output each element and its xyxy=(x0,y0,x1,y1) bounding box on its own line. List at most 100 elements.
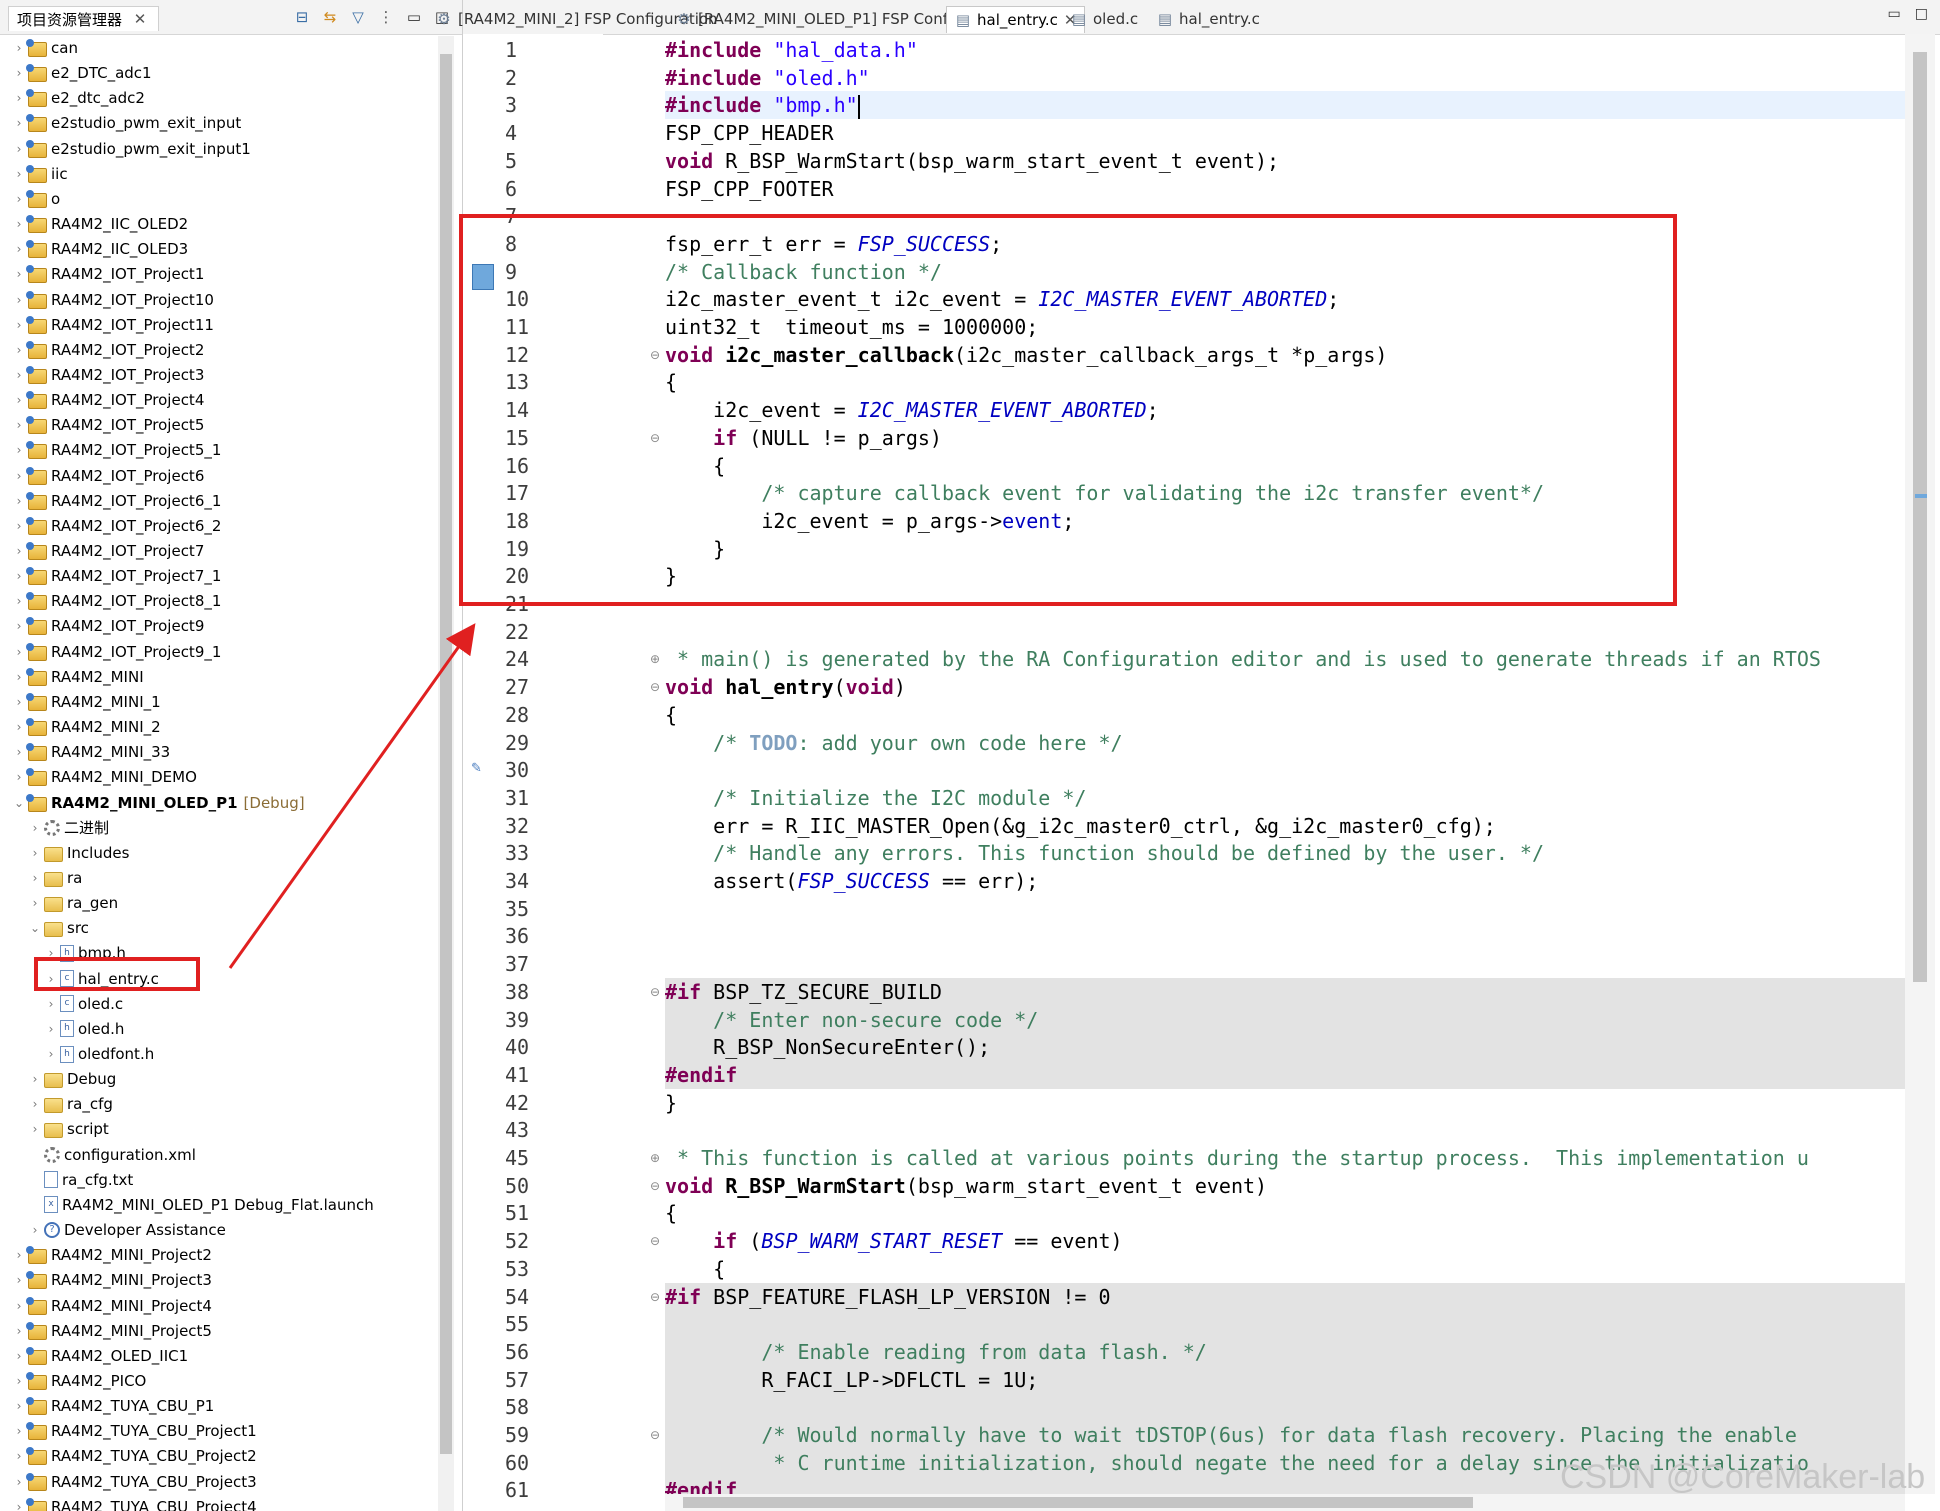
code-line[interactable]: { xyxy=(665,1255,1905,1283)
chevron-icon[interactable]: › xyxy=(12,61,26,85)
code-line[interactable]: #endif xyxy=(665,1060,1905,1089)
editor-tab[interactable]: ▤ oled.c xyxy=(1063,6,1146,32)
code-line[interactable]: /* Handle any errors. This function shou… xyxy=(665,839,1905,867)
chevron-icon[interactable]: › xyxy=(12,489,26,513)
code-line[interactable]: /* Enter non-secure code */ xyxy=(665,1005,1905,1034)
tree-item[interactable]: › RA4M2_IIC_OLED3 xyxy=(12,237,188,261)
chevron-icon[interactable]: › xyxy=(44,1017,58,1041)
chevron-icon[interactable]: › xyxy=(12,86,26,110)
chevron-icon[interactable]: › xyxy=(12,1268,26,1292)
tree-item[interactable]: › RA4M2_TUYA_CBU_P1 xyxy=(12,1394,214,1418)
editor-vertical-scrollbar-thumb[interactable] xyxy=(1913,52,1927,982)
code-line[interactable]: err = R_IIC_MASTER_Open(&g_i2c_master0_c… xyxy=(665,812,1905,840)
tree-item[interactable]: › RA4M2_MINI_Project4 xyxy=(12,1294,212,1318)
collapse-all-icon[interactable]: ⊟ xyxy=(292,7,312,27)
tree-item[interactable]: › RA4M2_IOT_Project4 xyxy=(12,388,204,412)
chevron-icon[interactable]: › xyxy=(12,614,26,638)
tree-item[interactable]: › RA4M2_IOT_Project5 xyxy=(12,413,204,437)
tree-item[interactable]: › h oledfont.h xyxy=(44,1042,155,1066)
tree-item[interactable]: ›? Developer Assistance xyxy=(28,1218,226,1242)
explorer-tab[interactable]: 项目资源管理器 ✕ xyxy=(8,6,160,31)
tree-item[interactable]: › e2_dtc_adc2 xyxy=(12,86,145,110)
chevron-icon[interactable]: › xyxy=(12,564,26,588)
tree-item[interactable]: ra_cfg.txt xyxy=(28,1168,133,1192)
tree-item[interactable]: › RA4M2_OLED_IIC1 xyxy=(12,1344,188,1368)
chevron-icon[interactable]: › xyxy=(12,111,26,135)
chevron-icon[interactable]: › xyxy=(12,237,26,261)
tree-item[interactable]: › RA4M2_MINI_2 xyxy=(12,715,161,739)
chevron-icon[interactable]: › xyxy=(12,464,26,488)
editor-vertical-scrollbar[interactable] xyxy=(1905,34,1935,1494)
chevron-icon[interactable]: › xyxy=(44,992,58,1016)
tree-scrollbar[interactable] xyxy=(438,36,454,1511)
chevron-icon[interactable]: › xyxy=(12,137,26,161)
chevron-icon[interactable]: › xyxy=(12,413,26,437)
maximize-icon[interactable]: □ xyxy=(1915,6,1928,22)
editor-horizontal-scrollbar-thumb[interactable] xyxy=(683,1497,1473,1508)
chevron-icon[interactable]: › xyxy=(12,36,26,60)
tree-item[interactable]: › RA4M2_IIC_OLED2 xyxy=(12,212,188,236)
tree-item[interactable]: › RA4M2_IOT_Project1 xyxy=(12,262,204,286)
chevron-icon[interactable]: › xyxy=(12,665,26,689)
code-line[interactable] xyxy=(665,895,1905,923)
chevron-icon[interactable]: › xyxy=(12,1344,26,1368)
collapse-fold-icon[interactable]: ⊖ xyxy=(648,985,662,999)
chevron-icon[interactable]: ⌄ xyxy=(12,791,26,815)
tree-item[interactable]: › RA4M2_IOT_Project6 xyxy=(12,464,204,488)
tree-item[interactable]: › RA4M2_IOT_Project3 xyxy=(12,363,204,387)
filter-icon[interactable]: ▽ xyxy=(348,7,368,27)
chevron-icon[interactable]: › xyxy=(12,740,26,764)
code-line[interactable]: { xyxy=(665,701,1905,729)
tree-item[interactable]: › RA4M2_MINI_Project2 xyxy=(12,1243,212,1267)
collapse-fold-icon[interactable]: ⊖ xyxy=(648,1234,662,1248)
tree-item[interactable]: › e2studio_pwm_exit_input1 xyxy=(12,137,251,161)
tree-item[interactable]: ⌄ RA4M2_MINI_OLED_P1 [Debug] xyxy=(12,791,305,815)
tree-item[interactable]: › 二进制 xyxy=(28,816,109,840)
chevron-icon[interactable]: › xyxy=(12,288,26,312)
chevron-icon[interactable]: › xyxy=(12,1369,26,1393)
chevron-icon[interactable]: › xyxy=(12,1243,26,1267)
tree-item[interactable]: › RA4M2_IOT_Project10 xyxy=(12,288,214,312)
chevron-icon[interactable]: › xyxy=(12,1294,26,1318)
code-line[interactable] xyxy=(665,1310,1905,1339)
tree-item[interactable]: › e2studio_pwm_exit_input xyxy=(12,111,241,135)
tree-item[interactable]: › ra xyxy=(28,866,82,890)
collapse-fold-icon[interactable]: ⊖ xyxy=(648,1290,662,1304)
chevron-icon[interactable]: › xyxy=(28,1117,42,1141)
minimize-icon[interactable]: ▭ xyxy=(1888,6,1901,22)
code-line[interactable] xyxy=(665,618,1905,646)
chevron-icon[interactable]: › xyxy=(12,313,26,337)
tree-item[interactable]: › RA4M2_TUYA_CBU_Project4 xyxy=(12,1495,257,1511)
chevron-icon[interactable]: › xyxy=(12,1319,26,1343)
code-line[interactable]: #include "bmp.h" xyxy=(665,91,1905,120)
tree-item[interactable]: › RA4M2_TUYA_CBU_Project1 xyxy=(12,1419,257,1443)
tree-item[interactable]: configuration.xml xyxy=(28,1143,196,1167)
minimize-icon[interactable]: ▭ xyxy=(404,7,424,27)
code-line[interactable]: #include "hal_data.h" xyxy=(665,36,1905,64)
code-line[interactable]: { xyxy=(665,1199,1905,1227)
chevron-icon[interactable]: › xyxy=(12,187,26,211)
chevron-icon[interactable]: › xyxy=(12,1394,26,1418)
tree-item[interactable]: › c oled.c xyxy=(44,992,124,1016)
chevron-icon[interactable]: › xyxy=(12,162,26,186)
chevron-icon[interactable]: › xyxy=(12,589,26,613)
code-line[interactable]: /* Initialize the I2C module */ xyxy=(665,784,1905,812)
tree-item[interactable]: › RA4M2_IOT_Project9_1 xyxy=(12,640,221,664)
code-line[interactable]: #include "oled.h" xyxy=(665,64,1905,92)
tree-item[interactable]: › iic xyxy=(12,162,68,186)
code-line[interactable] xyxy=(665,950,1905,978)
chevron-icon[interactable]: › xyxy=(12,388,26,412)
code-line[interactable]: R_BSP_NonSecureEnter(); xyxy=(665,1033,1905,1062)
collapse-fold-icon[interactable]: ⊖ xyxy=(648,1428,662,1442)
tree-item[interactable]: › Debug xyxy=(28,1067,116,1091)
tree-item[interactable]: › RA4M2_TUYA_CBU_Project3 xyxy=(12,1470,257,1494)
tree-item[interactable]: › RA4M2_MINI_Project5 xyxy=(12,1319,212,1343)
tree-item[interactable]: › RA4M2_IOT_Project2 xyxy=(12,338,204,362)
code-line[interactable]: void R_BSP_WarmStart(bsp_warm_start_even… xyxy=(665,1172,1905,1200)
code-line[interactable] xyxy=(665,1393,1905,1422)
chevron-icon[interactable]: › xyxy=(28,891,42,915)
tree-item[interactable]: › o xyxy=(12,187,60,211)
chevron-icon[interactable]: › xyxy=(12,1419,26,1443)
chevron-icon[interactable]: › xyxy=(12,1495,26,1511)
collapse-fold-icon[interactable]: ⊖ xyxy=(648,1179,662,1193)
